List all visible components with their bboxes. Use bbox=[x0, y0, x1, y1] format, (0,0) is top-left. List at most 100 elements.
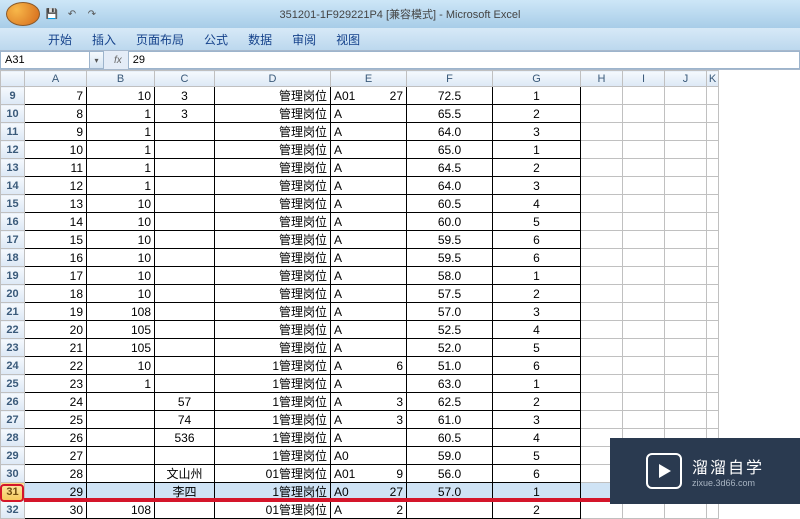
cell[interactable]: 74 bbox=[155, 411, 215, 429]
table-row[interactable]: 2321105管理岗位A52.05 bbox=[1, 339, 719, 357]
cell[interactable]: 10 bbox=[87, 87, 155, 105]
cell[interactable]: 28 bbox=[25, 465, 87, 483]
ribbon-tab-数据[interactable]: 数据 bbox=[238, 29, 282, 50]
cell[interactable] bbox=[155, 339, 215, 357]
cell[interactable]: 10 bbox=[87, 249, 155, 267]
cell[interactable]: 10 bbox=[87, 231, 155, 249]
cell[interactable]: 李四 bbox=[155, 483, 215, 501]
cell[interactable]: 1 bbox=[493, 141, 581, 159]
cell[interactable]: A bbox=[331, 105, 407, 123]
cell[interactable]: 5 bbox=[493, 447, 581, 465]
cell[interactable]: 管理岗位 bbox=[215, 159, 331, 177]
cell[interactable]: 1 bbox=[87, 177, 155, 195]
cell[interactable]: A bbox=[331, 285, 407, 303]
cell[interactable]: 10 bbox=[25, 141, 87, 159]
cell[interactable]: 1 bbox=[87, 159, 155, 177]
ribbon-tab-公式[interactable]: 公式 bbox=[194, 29, 238, 50]
cell[interactable] bbox=[581, 195, 623, 213]
table-row[interactable]: 2119108管理岗位A57.03 bbox=[1, 303, 719, 321]
cell[interactable] bbox=[581, 321, 623, 339]
ribbon-tab-开始[interactable]: 开始 bbox=[38, 29, 82, 50]
cell[interactable] bbox=[581, 339, 623, 357]
table-row[interactable]: 181610管理岗位A59.56 bbox=[1, 249, 719, 267]
cell[interactable]: 58.0 bbox=[407, 267, 493, 285]
cell[interactable] bbox=[623, 159, 665, 177]
cell[interactable] bbox=[581, 375, 623, 393]
cell[interactable]: 59.5 bbox=[407, 231, 493, 249]
cell[interactable] bbox=[707, 339, 719, 357]
cell[interactable]: 1 bbox=[493, 267, 581, 285]
cell[interactable] bbox=[581, 285, 623, 303]
column-header-J[interactable]: J bbox=[665, 71, 707, 87]
cell[interactable]: 57.5 bbox=[407, 285, 493, 303]
cell[interactable]: 1 bbox=[87, 141, 155, 159]
cell[interactable] bbox=[581, 105, 623, 123]
row-header-18[interactable]: 18 bbox=[1, 249, 25, 267]
table-row[interactable]: 13111管理岗位A64.52 bbox=[1, 159, 719, 177]
cell[interactable] bbox=[87, 411, 155, 429]
cell[interactable]: A bbox=[331, 123, 407, 141]
cell[interactable]: 4 bbox=[493, 195, 581, 213]
row-header-25[interactable]: 25 bbox=[1, 375, 25, 393]
cell[interactable]: 105 bbox=[87, 321, 155, 339]
column-header-K[interactable]: K bbox=[707, 71, 719, 87]
column-header-A[interactable]: A bbox=[25, 71, 87, 87]
cell[interactable] bbox=[665, 123, 707, 141]
cell[interactable]: 1 bbox=[493, 483, 581, 501]
select-all-corner[interactable] bbox=[1, 71, 25, 87]
row-header-20[interactable]: 20 bbox=[1, 285, 25, 303]
cell[interactable] bbox=[707, 357, 719, 375]
cell[interactable]: 管理岗位 bbox=[215, 213, 331, 231]
cell[interactable] bbox=[623, 285, 665, 303]
cell[interactable]: 1 bbox=[493, 375, 581, 393]
cell[interactable] bbox=[623, 321, 665, 339]
cell[interactable]: 9 bbox=[25, 123, 87, 141]
table-row[interactable]: 252311管理岗位A63.01 bbox=[1, 375, 719, 393]
cell[interactable]: 17 bbox=[25, 267, 87, 285]
cell[interactable] bbox=[581, 411, 623, 429]
cell[interactable] bbox=[707, 375, 719, 393]
cell[interactable]: A bbox=[331, 267, 407, 285]
cell[interactable]: 13 bbox=[25, 195, 87, 213]
cell[interactable] bbox=[707, 303, 719, 321]
cell[interactable]: A bbox=[331, 213, 407, 231]
ribbon-tab-页面布局[interactable]: 页面布局 bbox=[126, 29, 194, 50]
cell[interactable]: 26 bbox=[25, 429, 87, 447]
cell[interactable] bbox=[665, 303, 707, 321]
cell[interactable]: 管理岗位 bbox=[215, 285, 331, 303]
cell[interactable] bbox=[665, 195, 707, 213]
cell[interactable] bbox=[623, 231, 665, 249]
cell[interactable] bbox=[581, 87, 623, 105]
cell[interactable] bbox=[707, 105, 719, 123]
cell[interactable] bbox=[665, 321, 707, 339]
cell[interactable] bbox=[623, 375, 665, 393]
row-header-29[interactable]: 29 bbox=[1, 447, 25, 465]
cell[interactable] bbox=[87, 483, 155, 501]
cell[interactable]: 3 bbox=[493, 303, 581, 321]
cell[interactable]: 52.5 bbox=[407, 321, 493, 339]
cell[interactable]: 63.0 bbox=[407, 375, 493, 393]
cell[interactable]: A027 bbox=[331, 483, 407, 501]
cell[interactable]: 10 bbox=[87, 195, 155, 213]
cell[interactable] bbox=[665, 159, 707, 177]
row-header-12[interactable]: 12 bbox=[1, 141, 25, 159]
table-row[interactable]: 151310管理岗位A60.54 bbox=[1, 195, 719, 213]
ribbon-tab-审阅[interactable]: 审阅 bbox=[282, 29, 326, 50]
cell[interactable] bbox=[665, 339, 707, 357]
cell[interactable] bbox=[623, 339, 665, 357]
cell[interactable]: 2 bbox=[493, 159, 581, 177]
row-header-31[interactable]: 31 bbox=[1, 483, 25, 501]
cell[interactable]: 16 bbox=[25, 249, 87, 267]
row-header-21[interactable]: 21 bbox=[1, 303, 25, 321]
cell[interactable]: A0127 bbox=[331, 87, 407, 105]
cell[interactable] bbox=[707, 321, 719, 339]
cell[interactable]: 文山州 bbox=[155, 465, 215, 483]
cell[interactable] bbox=[155, 249, 215, 267]
cell[interactable]: 22 bbox=[25, 357, 87, 375]
cell[interactable] bbox=[581, 393, 623, 411]
column-header-I[interactable]: I bbox=[623, 71, 665, 87]
cell[interactable] bbox=[665, 249, 707, 267]
cell[interactable] bbox=[665, 357, 707, 375]
cell[interactable] bbox=[155, 123, 215, 141]
cell[interactable] bbox=[155, 447, 215, 465]
